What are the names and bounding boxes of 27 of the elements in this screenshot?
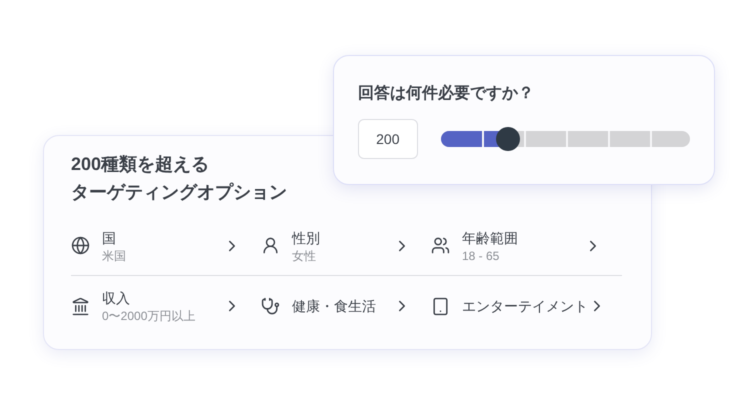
targeting-option[interactable]: 健康・食生活 <box>261 296 431 316</box>
targeting-option[interactable]: 性別 女性 <box>261 228 431 264</box>
option-label: 性別 <box>292 228 321 248</box>
option-value: 女性 <box>292 248 317 264</box>
card-title: 200種類を超える <box>71 153 210 176</box>
count-field[interactable]: 200 <box>358 119 418 159</box>
tablet-icon <box>431 296 450 316</box>
option-label: 収入 <box>102 289 131 308</box>
option-label: エンターテイメント <box>462 297 588 316</box>
bank-icon <box>71 296 90 316</box>
option-value: 米国 <box>102 248 127 264</box>
question-text: 回答は何件必要ですか？ <box>358 83 535 104</box>
targeting-option[interactable]: 国 米国 <box>71 228 261 264</box>
stethoscope-icon <box>261 296 280 316</box>
person-icon <box>261 236 280 255</box>
option-label: 健康・食生活 <box>292 297 377 316</box>
targeting-option[interactable]: 年齢範囲 18 - 65 <box>431 228 622 264</box>
targeting-option[interactable]: エンターテイメント <box>431 296 622 316</box>
option-value: 0〜2000万円以上 <box>102 308 196 324</box>
globe-icon <box>71 236 90 255</box>
card-title: ターゲティングオプション <box>71 181 288 204</box>
people-icon <box>431 236 450 255</box>
targeting-option[interactable]: 収入 0〜2000万円以上 <box>71 288 261 324</box>
option-value: 18 - 65 <box>462 248 500 264</box>
option-label: 年齢範囲 <box>462 228 519 248</box>
option-label: 国 <box>102 228 117 248</box>
slider-thumb[interactable] <box>496 127 520 151</box>
